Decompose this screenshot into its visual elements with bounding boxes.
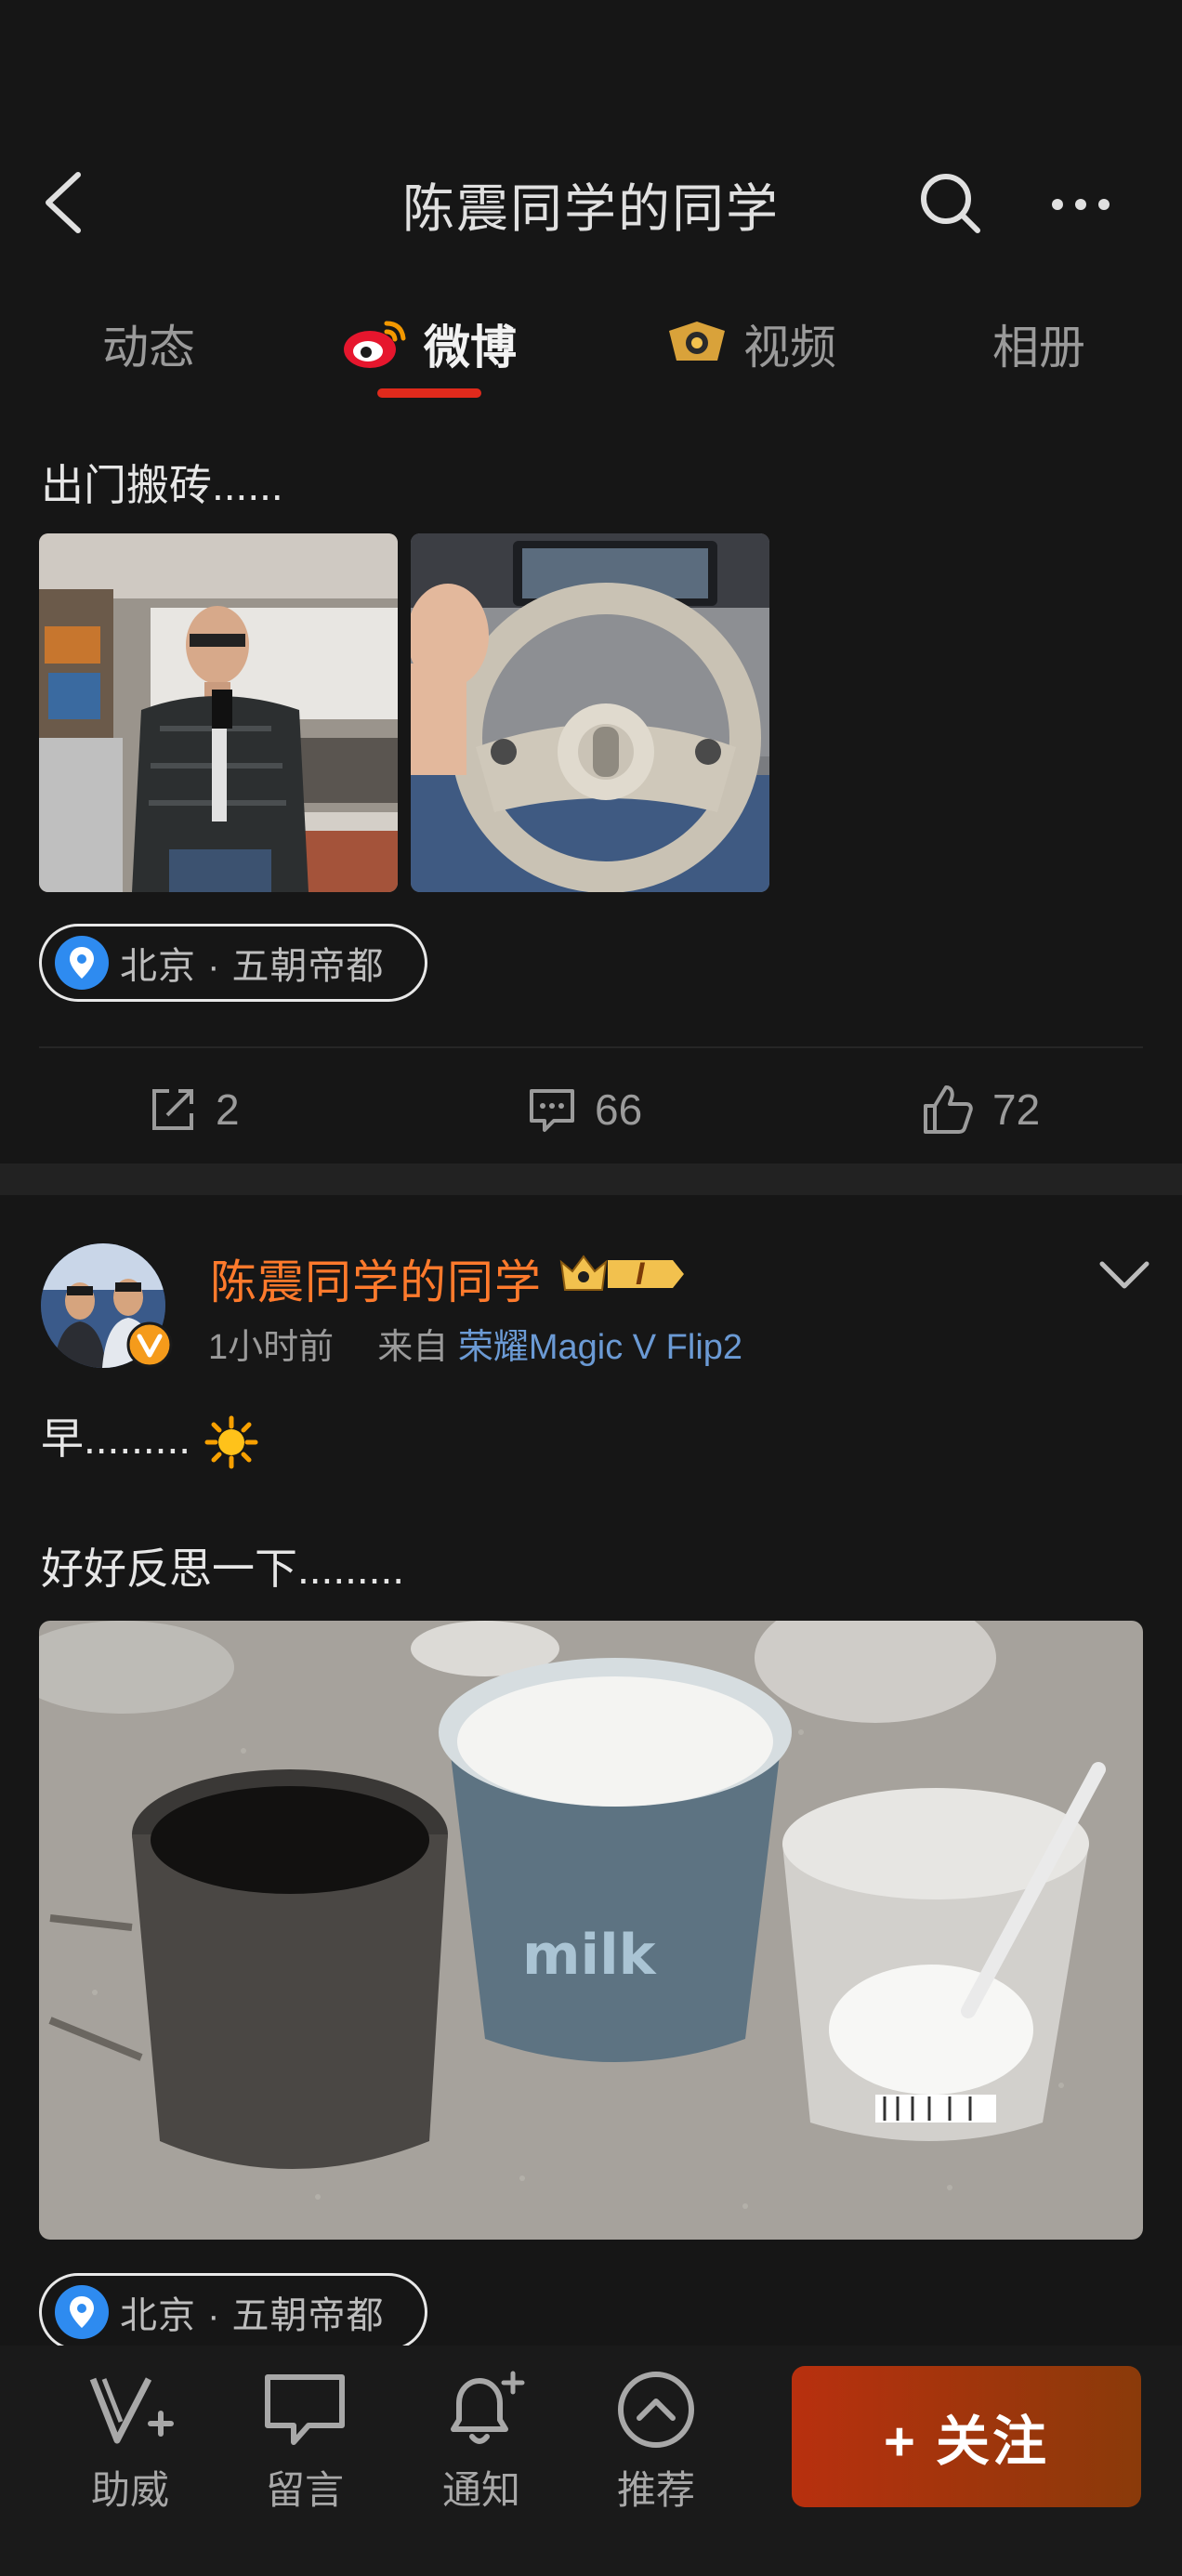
breakfast-photo: milk [39, 1621, 1143, 2240]
repost-button[interactable]: 2 [149, 1063, 240, 1156]
location-tag[interactable]: 北京 · 五朝帝都 [39, 924, 427, 1002]
location-pin-icon [55, 936, 109, 990]
tab-label: 视频 [743, 322, 836, 374]
repost-icon [152, 1089, 193, 1130]
repost-count: 2 [216, 1085, 240, 1134]
steering-wheel-photo [411, 533, 769, 892]
video-tab-icon [669, 322, 725, 361]
post-menu-button[interactable] [1097, 1256, 1152, 1294]
location-tag[interactable]: 北京 · 五朝帝都 [39, 2273, 427, 2351]
search-button[interactable] [918, 171, 983, 236]
post-text-line1-content: 早......... [41, 1414, 191, 1463]
location-label: 北京 · 五朝帝都 [120, 946, 385, 987]
message-icon [265, 2374, 345, 2445]
post-separator [0, 1163, 1182, 1195]
nav-label: 助威 [90, 2468, 169, 2512]
tab-video[interactable]: 视频 [663, 307, 836, 381]
cheer-icon [89, 2377, 174, 2444]
post-text-line1: 早......... [41, 1405, 258, 1469]
svg-text:milk: milk [522, 1923, 658, 1988]
cheer-button[interactable]: 助威 [74, 2368, 186, 2544]
post-text: 出门搬砖...... [41, 461, 283, 509]
post-source[interactable]: 荣耀Magic V Flip2 [458, 1328, 742, 1367]
post-photo-steering-wheel[interactable] [411, 533, 769, 892]
recommend-button[interactable]: 推荐 [600, 2368, 712, 2544]
more-button[interactable] [1048, 186, 1113, 223]
action-divider [39, 1046, 1143, 1048]
verified-badge-icon [126, 1321, 173, 1368]
post-time: 1小时前 [208, 1328, 335, 1367]
search-icon [921, 174, 980, 233]
more-dots-icon [1052, 199, 1110, 210]
tab-album[interactable]: 相册 [992, 307, 1085, 381]
vip-level: I [636, 1256, 645, 1292]
tab-label: 相册 [992, 322, 1085, 374]
post-text-line2: 好好反思一下......... [41, 1544, 405, 1593]
post-photo-breakfast[interactable]: milk [39, 1621, 1143, 2240]
tab-label: 动态 [102, 322, 195, 374]
tab-weibo[interactable]: 微博 [340, 307, 517, 381]
profile-tabs: 动态 微博 视频 相册 [0, 307, 1182, 409]
author-name[interactable]: 陈震同学的同学 [210, 1245, 542, 1312]
top-header: 陈震同学的同学 动态 微博 视频 相册 [0, 0, 1182, 398]
chevron-down-icon [1099, 1261, 1149, 1289]
post-meta: 1小时前 来自 荣耀Magic V Flip2 [208, 1318, 742, 1369]
nav-label: 通知 [441, 2468, 520, 2512]
like-count: 72 [992, 1085, 1041, 1134]
comment-count: 66 [595, 1085, 643, 1134]
weibo-logo-icon [344, 321, 406, 368]
like-button[interactable]: 72 [922, 1063, 1040, 1156]
vip-crown-icon [559, 1255, 684, 1291]
notify-button[interactable]: 通知 [426, 2368, 537, 2544]
bottom-action-bar: 助威 留言 通知 推荐 + 关注 [0, 2346, 1182, 2576]
nav-label: 留言 [265, 2468, 344, 2512]
vip-badge[interactable]: I [558, 1249, 686, 1299]
sun-emoji-icon [204, 1415, 258, 1469]
thumbs-up-icon [924, 1085, 973, 1134]
follow-button[interactable]: + 关注 [792, 2366, 1141, 2507]
recommend-icon [618, 2372, 694, 2448]
comment-icon [530, 1089, 574, 1132]
tab-label: 微博 [424, 322, 517, 374]
selfie-photo [39, 533, 398, 892]
message-button[interactable]: 留言 [249, 2368, 361, 2544]
location-label: 北京 · 五朝帝都 [120, 2295, 385, 2336]
post-action-bar: 2 66 72 [0, 1063, 1182, 1156]
post-photo-selfie[interactable] [39, 533, 398, 892]
active-tab-indicator [377, 388, 481, 398]
bell-icon [451, 2371, 525, 2444]
from-label: 来自 [377, 1328, 449, 1367]
location-pin-icon [55, 2285, 109, 2339]
tab-dynamic[interactable]: 动态 [102, 307, 195, 381]
nav-label: 推荐 [616, 2468, 695, 2512]
comment-button[interactable]: 66 [528, 1063, 642, 1156]
page-title: 陈震同学的同学 [402, 179, 780, 238]
